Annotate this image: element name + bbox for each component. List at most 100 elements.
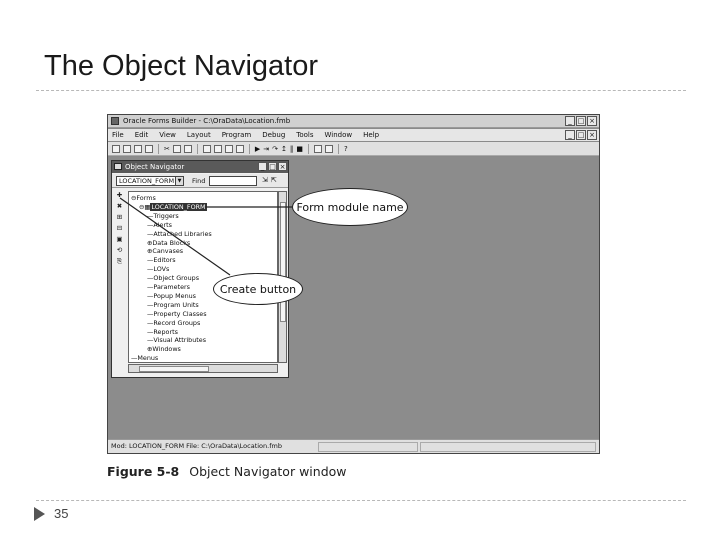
menu-help[interactable]: Help — [363, 131, 379, 139]
navigator-search-bar: LOCATION_FORM ▼ Find ⇲ ⇱ — [112, 174, 288, 188]
tree-node-label: LOCATION_FORM — [150, 202, 207, 211]
create-icon[interactable]: ✚ — [115, 191, 124, 199]
tree-node-label: Data Blocks — [152, 238, 191, 247]
horizontal-scrollbar[interactable] — [128, 364, 278, 373]
navigator-maximize-button[interactable]: □ — [268, 162, 277, 171]
open-icon[interactable] — [123, 144, 131, 153]
tree-node-label: Attached Libraries — [153, 229, 212, 238]
tree-node-label: Alerts — [153, 220, 172, 229]
tree-node[interactable]: —Editors — [147, 256, 176, 264]
tree-node[interactable]: —LOVs — [147, 265, 169, 273]
navigator-window-icon — [114, 163, 122, 170]
tree-node[interactable]: —Record Groups — [147, 319, 200, 327]
mdi-restore-button[interactable]: □ — [576, 130, 586, 140]
main-toolbar: ✂ ▶ ⇥ ↷ ↥ ‖ ■ ? — [108, 142, 599, 156]
print-icon[interactable] — [145, 144, 153, 153]
new-icon[interactable] — [112, 144, 120, 153]
tree-node-label: LOVs — [153, 265, 170, 274]
tree-node[interactable]: —Popup Menus — [147, 292, 196, 300]
tree-node[interactable]: ⊕Windows — [147, 345, 181, 353]
tree-node[interactable]: —Triggers — [147, 212, 179, 220]
window-titlebar[interactable]: Oracle Forms Builder - C:\OraData\Locati… — [108, 115, 599, 128]
tree-node[interactable]: ⊖Forms — [131, 194, 156, 202]
find-input[interactable] — [209, 176, 257, 186]
scroll-thumb[interactable] — [280, 202, 286, 322]
copy-icon[interactable] — [172, 144, 181, 153]
cut-icon[interactable]: ✂ — [164, 145, 170, 153]
toolbar-separator — [158, 143, 159, 154]
toolbar-separator — [338, 143, 340, 154]
tree-node[interactable]: —Alerts — [147, 221, 172, 229]
expand-all-icon[interactable]: ▣ — [115, 235, 124, 243]
mdi-close-button[interactable]: × — [587, 130, 597, 140]
figure-caption: Figure 5-8 Object Navigator window — [107, 464, 347, 479]
object-navigator-icon[interactable] — [314, 144, 323, 153]
paste-icon[interactable] — [183, 144, 192, 153]
step-into-icon[interactable]: ⇥ — [263, 145, 269, 153]
tree-node[interactable]: —Visual Attributes — [147, 336, 206, 344]
top-divider — [36, 90, 686, 91]
maximize-button[interactable]: □ — [576, 116, 586, 126]
menu-debug[interactable]: Debug — [262, 131, 285, 139]
status-cell — [318, 442, 418, 452]
status-text: Mod: LOCATION_FORM File: C:\OraData\Loca… — [111, 442, 282, 450]
scroll-thumb[interactable] — [139, 366, 209, 372]
menu-window[interactable]: Window — [325, 131, 353, 139]
navigator-minimize-button[interactable]: _ — [258, 162, 267, 171]
minimize-button[interactable]: _ — [565, 116, 575, 126]
ownership-view-icon[interactable]: ⎘ — [115, 257, 124, 265]
menu-layout[interactable]: Layout — [187, 131, 211, 139]
pause-icon[interactable]: ‖ — [290, 145, 294, 153]
go-icon[interactable]: ▶ — [255, 145, 260, 153]
module-combo[interactable]: LOCATION_FORM ▼ — [116, 176, 184, 186]
stop-icon[interactable]: ■ — [296, 145, 303, 153]
run-form-icon[interactable] — [213, 144, 222, 153]
find-label: Find — [192, 177, 206, 185]
menu-edit[interactable]: Edit — [135, 131, 149, 139]
debug-form-icon[interactable] — [224, 144, 233, 153]
tree-node[interactable]: —Property Classes — [147, 310, 207, 318]
slide-title: The Object Navigator — [44, 50, 319, 82]
app-icon — [111, 117, 119, 125]
tree-node-connector: ⊖▦ — [139, 202, 151, 211]
compile-icon[interactable] — [202, 144, 211, 153]
step-over-icon[interactable]: ↷ — [272, 145, 278, 153]
tree-node-label: Triggers — [153, 211, 179, 220]
form-module-callout: Form module name — [292, 188, 408, 226]
tree-node[interactable]: —Attached Libraries — [147, 230, 212, 238]
menu-tools[interactable]: Tools — [296, 131, 313, 139]
tree-node[interactable]: —Parameters — [147, 283, 190, 291]
toolbar-separator — [196, 143, 198, 154]
close-button[interactable]: × — [587, 116, 597, 126]
search-backward-icon[interactable]: ⇱ — [271, 176, 277, 184]
tree-node[interactable]: —Object Groups — [147, 274, 199, 282]
step-out-icon[interactable]: ↥ — [281, 145, 287, 153]
page-number: 35 — [54, 506, 69, 521]
tree-node[interactable]: ⊖▦LOCATION_FORM — [139, 202, 207, 211]
collapse-all-icon[interactable]: ⟲ — [115, 246, 124, 254]
menu-program[interactable]: Program — [222, 131, 252, 139]
tree-node[interactable]: ⊕Data Blocks — [147, 239, 190, 247]
bullet-arrow-icon — [34, 507, 45, 521]
tree-node[interactable]: —Program Units — [147, 301, 199, 309]
window-title: Oracle Forms Builder - C:\OraData\Locati… — [123, 117, 291, 125]
menu-file[interactable]: File — [112, 131, 124, 139]
tree-node-label: Reports — [153, 327, 178, 336]
property-palette-icon[interactable] — [325, 144, 334, 153]
tree-node[interactable]: —Reports — [147, 328, 178, 336]
mdi-minimize-button[interactable]: _ — [565, 130, 575, 140]
search-forward-icon[interactable]: ⇲ — [262, 176, 268, 184]
navigator-titlebar[interactable]: Object Navigator _ □ × — [112, 161, 288, 173]
help-icon[interactable]: ? — [344, 145, 348, 153]
expand-icon[interactable]: ⊞ — [115, 213, 124, 221]
collapse-icon[interactable]: ⊟ — [115, 224, 124, 232]
chevron-down-icon[interactable]: ▼ — [175, 177, 183, 185]
save-icon[interactable] — [134, 144, 142, 153]
delete-icon[interactable]: ✖ — [115, 202, 124, 210]
navigator-close-button[interactable]: × — [278, 162, 287, 171]
run-web-icon[interactable] — [235, 144, 244, 153]
menu-view[interactable]: View — [159, 131, 176, 139]
tree-node[interactable]: —Menus — [131, 354, 158, 362]
tree-node[interactable]: ⊕Canvases — [147, 247, 183, 255]
tree-node-label: Object Groups — [153, 274, 200, 283]
